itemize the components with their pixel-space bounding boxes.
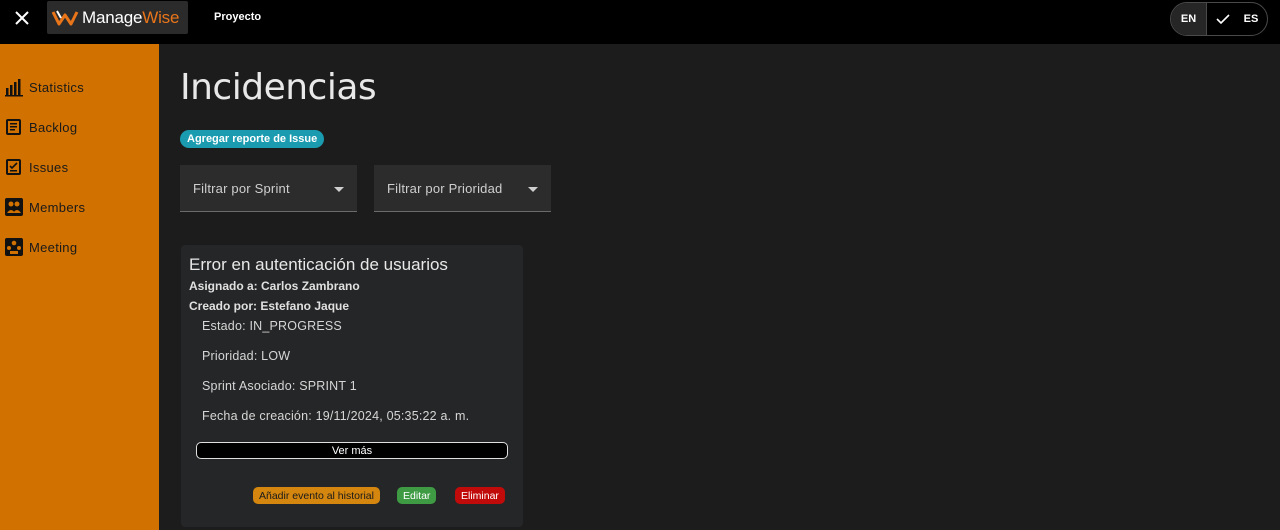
edit-button[interactable]: Editar <box>397 487 437 504</box>
sidebar-item-backlog[interactable]: Backlog <box>4 115 77 139</box>
sidebar-item-label: Meeting <box>29 239 78 255</box>
sidebar-item-label: Members <box>29 199 86 215</box>
language-toggle: EN ES <box>1170 2 1268 36</box>
project-nav-link[interactable]: Proyecto <box>214 11 261 23</box>
issue-created-by: Creado por: Estefano Jaque <box>189 299 350 313</box>
sidebar-item-statistics[interactable]: Statistics <box>4 75 84 99</box>
members-icon <box>4 197 24 217</box>
sidebar-item-meeting[interactable]: Meeting <box>4 235 77 259</box>
close-icon <box>15 11 29 25</box>
sidebar-item-label: Backlog <box>29 119 78 135</box>
priority-filter-label: Filtrar por Prioridad <box>387 180 503 196</box>
meeting-icon <box>4 237 24 257</box>
issue-sprint: Sprint Asociado: SPRINT 1 <box>202 379 357 393</box>
page-title: Incidencias <box>180 67 377 108</box>
sidebar-item-issues[interactable]: Issues <box>4 155 68 179</box>
language-en-button[interactable]: EN <box>1171 3 1207 35</box>
app-logo[interactable]: ManageWise <box>47 1 188 34</box>
sidebar-item-label: Issues <box>29 159 69 175</box>
issue-assigned: Asignado a: Carlos Zambrano <box>189 279 360 293</box>
issue-status: Estado: IN_PROGRESS <box>202 319 342 333</box>
logo-text-wise: Wise <box>142 7 180 27</box>
delete-button[interactable]: Eliminar <box>455 487 505 504</box>
managewise-logo-icon <box>51 10 79 25</box>
issue-title: Error en autenticación de usuarios <box>189 255 448 274</box>
language-es-label: ES <box>1243 13 1259 25</box>
dropdown-arrow-icon <box>528 187 538 192</box>
logo-text-manage: Manage <box>82 7 143 27</box>
issue-created-date: Fecha de creación: 19/11/2024, 05:35:22 … <box>202 409 470 423</box>
logo-text: ManageWise <box>82 8 179 28</box>
sidebar: Statistics Backlog Issues Members Meetin… <box>0 44 159 530</box>
dropdown-arrow-icon <box>334 187 344 192</box>
backlog-icon <box>4 117 24 137</box>
add-issue-report-button[interactable]: Agregar reporte de Issue <box>180 130 325 148</box>
top-bar: ManageWise Proyecto EN ES <box>0 0 1280 44</box>
priority-filter-select[interactable]: Filtrar por Prioridad <box>374 165 551 212</box>
sidebar-item-members[interactable]: Members <box>4 195 85 219</box>
issues-icon <box>4 157 24 177</box>
view-more-button[interactable]: Ver más <box>196 442 508 459</box>
issue-card: Error en autenticación de usuarios Asign… <box>181 245 523 527</box>
check-icon <box>1216 14 1230 25</box>
issue-priority: Prioridad: LOW <box>202 349 291 363</box>
sidebar-item-label: Statistics <box>29 79 85 95</box>
language-es-button[interactable]: ES <box>1207 3 1267 35</box>
bar-chart-icon <box>4 77 24 97</box>
sprint-filter-select[interactable]: Filtrar por Sprint <box>180 165 357 212</box>
close-menu-button[interactable] <box>8 5 36 31</box>
add-history-event-button[interactable]: Añadir evento al historial <box>253 487 380 504</box>
sprint-filter-label: Filtrar por Sprint <box>193 180 290 196</box>
